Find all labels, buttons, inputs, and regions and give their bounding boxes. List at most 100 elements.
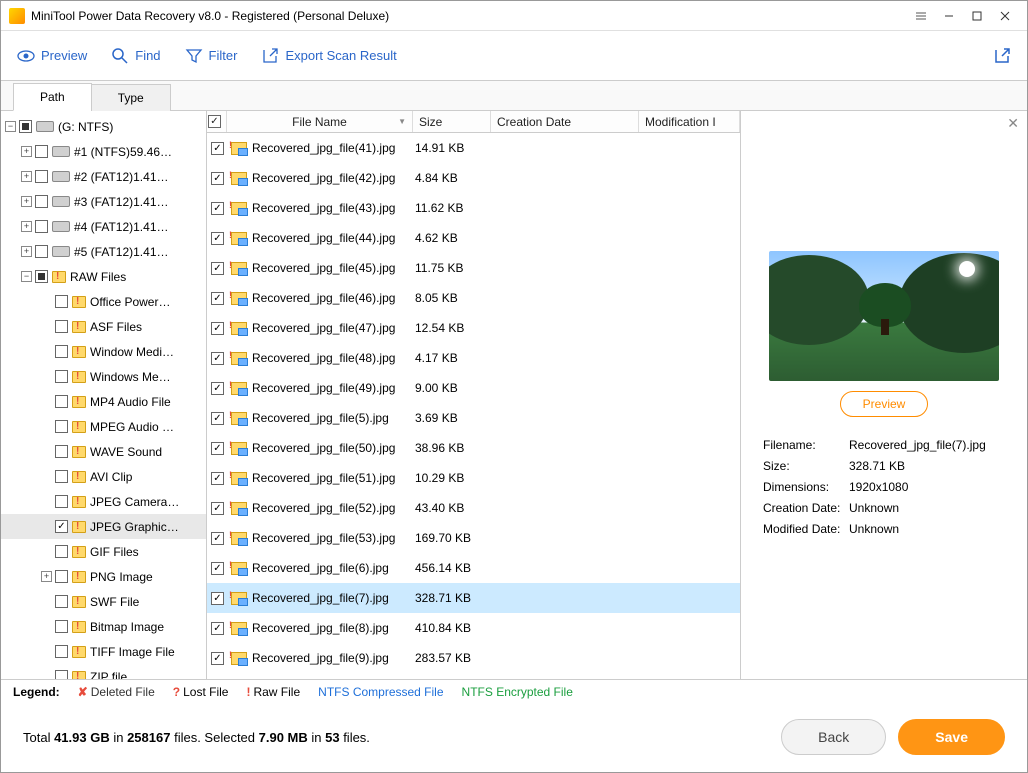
collapse-icon[interactable]: − — [21, 271, 32, 282]
save-button[interactable]: Save — [898, 719, 1005, 755]
checkbox[interactable] — [211, 202, 224, 215]
file-row[interactable]: Recovered_jpg_file(50).jpg 38.96 KB — [207, 433, 740, 463]
checkbox[interactable] — [55, 595, 68, 608]
collapse-icon[interactable]: − — [5, 121, 16, 132]
tree-filetype[interactable]: ! TIFF Image File — [1, 639, 206, 664]
tree-filetype[interactable]: ! ZIP file — [1, 664, 206, 679]
tree-partition[interactable]: + #3 (FAT12)1.41… — [1, 189, 206, 214]
checkbox[interactable] — [211, 442, 224, 455]
file-row[interactable]: Recovered_jpg_file(5).jpg 3.69 KB — [207, 403, 740, 433]
checkbox[interactable] — [211, 472, 224, 485]
checkbox[interactable] — [35, 145, 48, 158]
checkbox[interactable] — [211, 652, 224, 665]
checkbox[interactable] — [211, 172, 224, 185]
share-button[interactable] — [993, 47, 1011, 65]
checkbox[interactable] — [211, 562, 224, 575]
tree-filetype[interactable]: ! JPEG Graphic… — [1, 514, 206, 539]
checkbox[interactable] — [55, 570, 68, 583]
tree-filetype[interactable]: ! Window Medi… — [1, 339, 206, 364]
maximize-button[interactable] — [963, 5, 991, 27]
checkbox[interactable] — [35, 170, 48, 183]
header-modification[interactable]: Modification I — [639, 111, 740, 132]
tree-filetype[interactable]: + ! PNG Image — [1, 564, 206, 589]
checkbox[interactable] — [35, 270, 48, 283]
checkbox[interactable] — [211, 382, 224, 395]
checkbox[interactable] — [211, 262, 224, 275]
header-creation-date[interactable]: Creation Date — [491, 111, 639, 132]
find-button[interactable]: Find — [111, 47, 160, 65]
menu-icon[interactable] — [907, 5, 935, 27]
checkbox[interactable] — [211, 502, 224, 515]
checkbox[interactable] — [19, 120, 32, 133]
expand-icon[interactable]: + — [21, 246, 32, 257]
file-row[interactable]: Recovered_jpg_file(51).jpg 10.29 KB — [207, 463, 740, 493]
preview-button[interactable]: Preview — [17, 47, 87, 65]
tab-path[interactable]: Path — [13, 83, 92, 111]
checkbox[interactable] — [211, 232, 224, 245]
filter-button[interactable]: Filter — [185, 47, 238, 65]
file-row[interactable]: Recovered_jpg_file(9).jpg 283.57 KB — [207, 643, 740, 673]
checkbox[interactable] — [211, 352, 224, 365]
checkbox[interactable] — [35, 245, 48, 258]
file-row[interactable]: Recovered_jpg_file(42).jpg 4.84 KB — [207, 163, 740, 193]
minimize-button[interactable] — [935, 5, 963, 27]
folder-tree[interactable]: − (G: NTFS) + #1 (NTFS)59.46… + #2 (FAT1… — [1, 111, 207, 679]
header-size[interactable]: Size — [413, 111, 491, 132]
file-row[interactable]: Recovered_jpg_file(47).jpg 12.54 KB — [207, 313, 740, 343]
checkbox[interactable] — [55, 520, 68, 533]
file-rows[interactable]: Recovered_jpg_file(41).jpg 14.91 KB Reco… — [207, 133, 740, 679]
file-row[interactable]: Recovered_jpg_file(8).jpg 410.84 KB — [207, 613, 740, 643]
checkbox[interactable] — [55, 370, 68, 383]
expand-icon[interactable]: + — [21, 171, 32, 182]
tree-partition[interactable]: + #5 (FAT12)1.41… — [1, 239, 206, 264]
checkbox[interactable] — [211, 322, 224, 335]
checkbox[interactable] — [55, 645, 68, 658]
back-button[interactable]: Back — [781, 719, 886, 755]
checkbox[interactable] — [55, 320, 68, 333]
checkbox[interactable] — [55, 295, 68, 308]
tree-filetype[interactable]: ! MP4 Audio File — [1, 389, 206, 414]
tree-filetype[interactable]: ! Windows Me… — [1, 364, 206, 389]
checkbox[interactable] — [55, 395, 68, 408]
checkbox[interactable] — [211, 532, 224, 545]
header-checkbox[interactable] — [207, 111, 227, 132]
checkbox[interactable] — [211, 412, 224, 425]
tree-raw-files[interactable]: − ! RAW Files — [1, 264, 206, 289]
export-button[interactable]: Export Scan Result — [261, 47, 396, 65]
close-preview-icon[interactable]: ✕ — [1007, 115, 1019, 132]
file-row[interactable]: Recovered_jpg_file(44).jpg 4.62 KB — [207, 223, 740, 253]
file-row[interactable]: Recovered_jpg_file(53).jpg 169.70 KB — [207, 523, 740, 553]
checkbox[interactable] — [55, 345, 68, 358]
expand-icon[interactable]: + — [41, 571, 52, 582]
file-row[interactable]: Recovered_jpg_file(45).jpg 11.75 KB — [207, 253, 740, 283]
tab-type[interactable]: Type — [91, 84, 171, 111]
checkbox[interactable] — [55, 620, 68, 633]
tree-filetype[interactable]: ! SWF File — [1, 589, 206, 614]
checkbox[interactable] — [55, 445, 68, 458]
checkbox[interactable] — [211, 142, 224, 155]
tree-filetype[interactable]: ! GIF Files — [1, 539, 206, 564]
checkbox[interactable] — [55, 670, 68, 679]
checkbox[interactable] — [55, 545, 68, 558]
expand-icon[interactable]: + — [21, 196, 32, 207]
tree-filetype[interactable]: ! JPEG Camera… — [1, 489, 206, 514]
tree-filetype[interactable]: ! AVI Clip — [1, 464, 206, 489]
checkbox[interactable] — [55, 495, 68, 508]
checkbox[interactable] — [35, 195, 48, 208]
file-row[interactable]: Recovered_jpg_file(7).jpg 328.71 KB — [207, 583, 740, 613]
preview-open-button[interactable]: Preview — [840, 391, 929, 417]
checkbox[interactable] — [55, 470, 68, 483]
tree-filetype[interactable]: ! MPEG Audio … — [1, 414, 206, 439]
expand-icon[interactable]: + — [21, 146, 32, 157]
file-row[interactable]: Recovered_jpg_file(43).jpg 11.62 KB — [207, 193, 740, 223]
close-button[interactable] — [991, 5, 1019, 27]
file-row[interactable]: Recovered_jpg_file(49).jpg 9.00 KB — [207, 373, 740, 403]
file-row[interactable]: Recovered_jpg_file(6).jpg 456.14 KB — [207, 553, 740, 583]
tree-filetype[interactable]: ! Office Power… — [1, 289, 206, 314]
tree-root[interactable]: − (G: NTFS) — [1, 114, 206, 139]
tree-filetype[interactable]: ! Bitmap Image — [1, 614, 206, 639]
checkbox[interactable] — [211, 622, 224, 635]
file-row[interactable]: Recovered_jpg_file(41).jpg 14.91 KB — [207, 133, 740, 163]
expand-icon[interactable]: + — [21, 221, 32, 232]
tree-partition[interactable]: + #2 (FAT12)1.41… — [1, 164, 206, 189]
